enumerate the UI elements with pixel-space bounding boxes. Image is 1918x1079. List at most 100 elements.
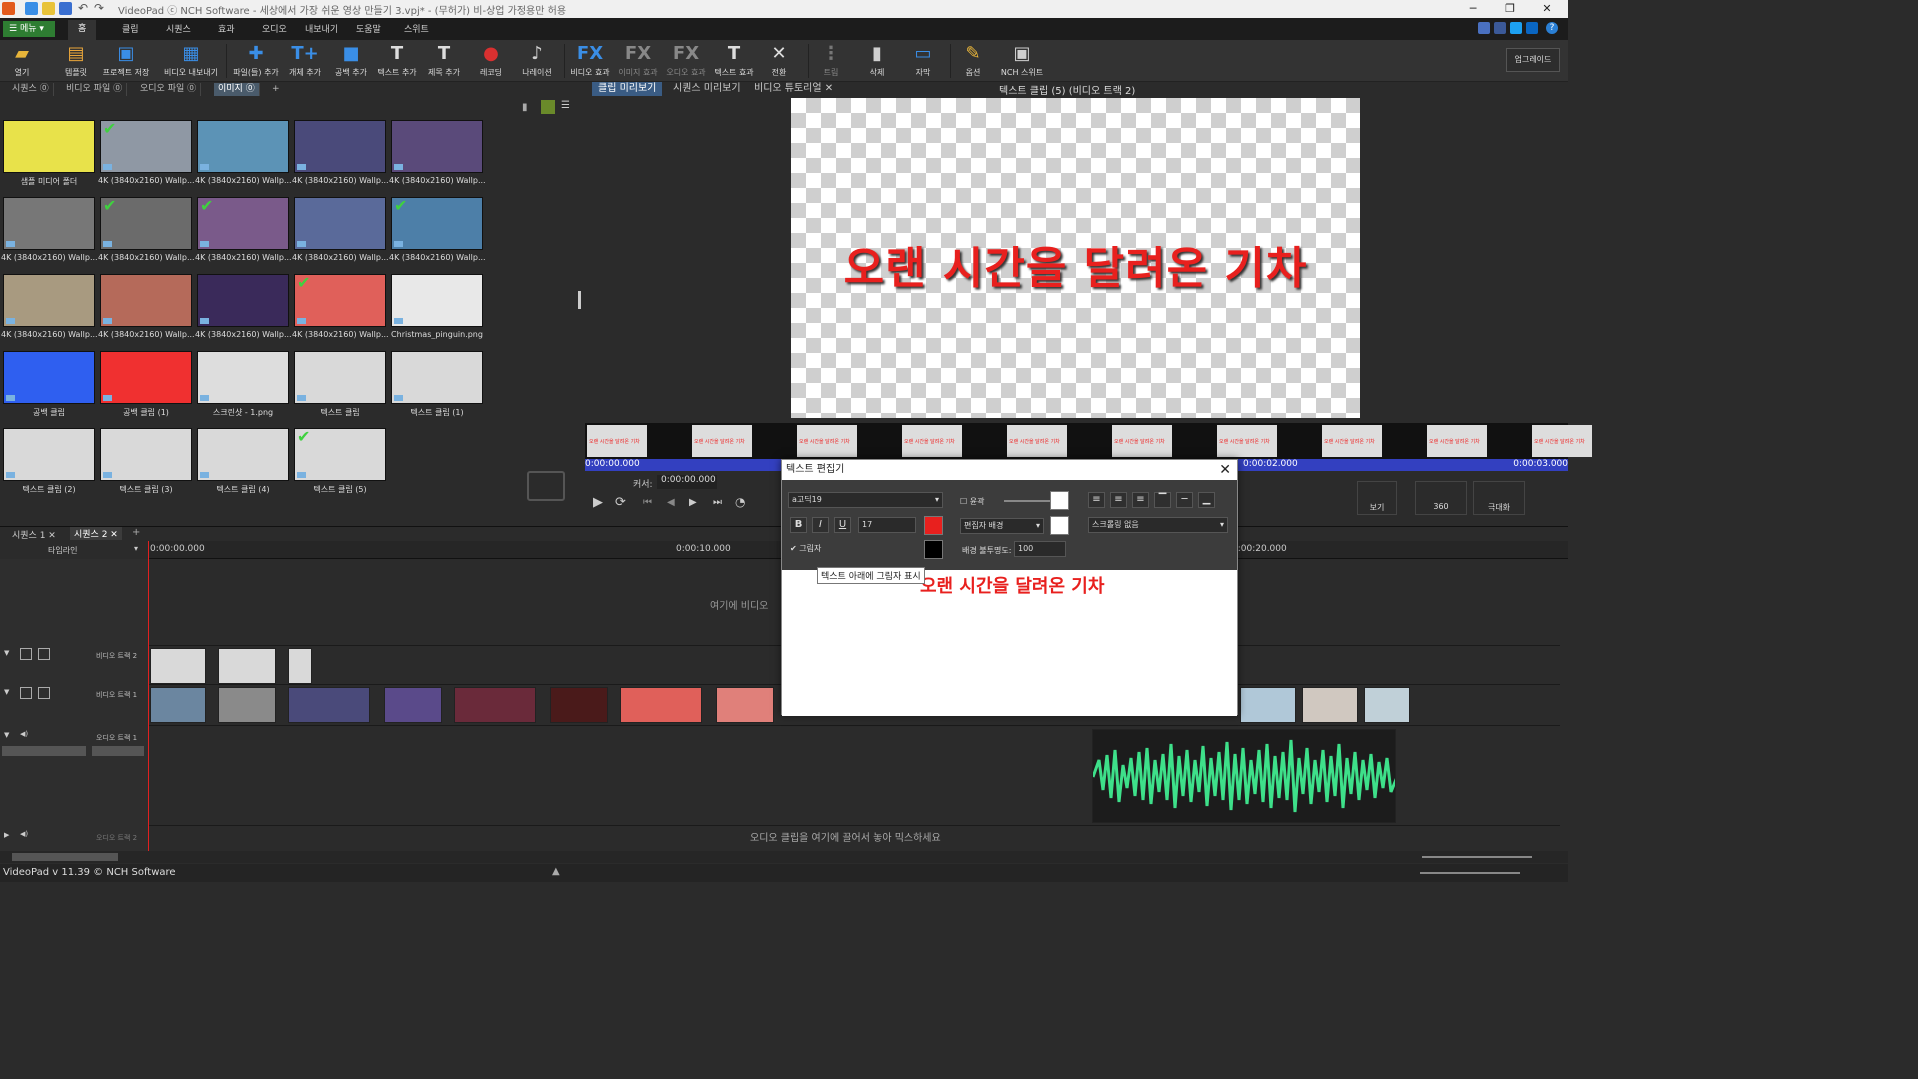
tab-video-tutorial[interactable]: 비디오 튜토리얼 ✕ — [748, 82, 839, 96]
scroll-select[interactable]: 스크롤링 없음 ▾ — [1088, 517, 1228, 533]
tab-suite[interactable]: 스위트 — [404, 22, 429, 35]
outline-color-swatch[interactable] — [1050, 491, 1069, 510]
align-left-button[interactable]: ≡ — [1088, 492, 1105, 508]
scrollbar-thumb[interactable] — [12, 853, 118, 861]
tab-bin-images[interactable]: 이미지 ⓪ — [214, 83, 260, 96]
collapse-icon[interactable]: ▼ — [4, 649, 9, 657]
undo-icon[interactable]: ↶ — [78, 2, 91, 15]
speaker-icon[interactable]: ◀) — [20, 730, 28, 738]
twitter-icon[interactable] — [1510, 22, 1522, 34]
video-clip[interactable] — [150, 687, 206, 723]
align-bottom-button[interactable]: ▁ — [1198, 492, 1215, 508]
add-blank-button[interactable]: ■ 공백 추가 — [332, 42, 370, 78]
go-start-icon[interactable]: ⏮ — [643, 497, 652, 508]
templates-button[interactable]: ▤ 템플릿 — [58, 42, 94, 78]
text-color-swatch[interactable] — [924, 516, 943, 535]
close-window-button[interactable]: ✕ — [1532, 0, 1562, 18]
media-thumbnail[interactable]: ✔ — [391, 197, 483, 250]
like-icon[interactable] — [1478, 22, 1490, 34]
outline-checkbox[interactable]: ☐ 윤곽 — [960, 496, 984, 507]
tab-help[interactable]: 도움말 — [356, 22, 381, 35]
media-thumbnail[interactable]: ✔ — [100, 120, 192, 173]
trash-icon[interactable]: ▮ — [522, 102, 534, 114]
media-thumbnail[interactable] — [391, 120, 483, 173]
video-clip[interactable] — [550, 687, 608, 723]
narration-button[interactable]: ♪ 나레이션 — [518, 42, 556, 78]
italic-button[interactable]: I — [812, 517, 829, 533]
media-thumbnail[interactable] — [197, 274, 289, 327]
text-clip[interactable] — [218, 648, 276, 684]
font-size-input[interactable]: 17 — [858, 517, 916, 533]
audio-clip-waveform[interactable] — [1092, 729, 1396, 823]
timeline-mode-select[interactable]: 타임라인 ▾ — [0, 541, 148, 559]
media-thumbnail[interactable]: ✔ — [197, 197, 289, 250]
minimize-button[interactable]: ─ — [1458, 0, 1488, 18]
add-title-button[interactable]: T 제목 추가 — [424, 42, 464, 78]
tab-bin-audio[interactable]: 오디오 파일 ⓪ — [136, 83, 202, 96]
speaker-icon[interactable]: ◀) — [20, 830, 28, 838]
media-thumbnail[interactable] — [3, 274, 95, 327]
tab-effects[interactable]: 효과 — [218, 22, 235, 35]
align-middle-button[interactable]: ─ — [1176, 492, 1193, 508]
subtitle-button[interactable]: ▭ 자막 — [908, 42, 938, 78]
tab-home[interactable]: 홈 — [68, 20, 97, 40]
collapse-icon[interactable]: ▼ — [4, 731, 9, 739]
save-icon[interactable] — [59, 2, 72, 15]
media-thumbnail[interactable] — [100, 274, 192, 327]
volume-slider[interactable] — [2, 746, 86, 756]
vr-360-button[interactable]: 360 — [1415, 481, 1467, 515]
bold-button[interactable]: B — [790, 517, 807, 533]
media-thumbnail[interactable] — [294, 197, 386, 250]
volume-slider[interactable] — [1420, 872, 1520, 874]
tab-sequence[interactable]: 시퀀스 — [166, 22, 191, 35]
list-view-icon[interactable]: ☰ — [561, 100, 575, 114]
step-forward-icon[interactable]: ▶ — [689, 497, 697, 508]
tab-bin-video[interactable]: 비디오 파일 ⓪ — [62, 83, 128, 96]
open-button[interactable]: ▰ 열기 — [4, 42, 40, 78]
editable-text[interactable]: 오랜 시간을 달려온 기차 — [920, 572, 1104, 598]
add-bin-tab-button[interactable]: + — [268, 83, 284, 96]
new-project-icon[interactable] — [25, 2, 38, 15]
media-thumbnail[interactable]: ✔ — [294, 428, 386, 481]
maximize-button[interactable]: 극대화 — [1473, 481, 1525, 515]
text-edit-area[interactable]: 오랜 시간을 달려온 기차 텍스트 아래에 그림자 표시 — [782, 567, 1237, 716]
expand-panel-icon[interactable]: ▲ — [552, 866, 560, 877]
folder-thumbnail[interactable] — [3, 120, 95, 173]
media-thumbnail[interactable] — [3, 197, 95, 250]
redo-icon[interactable]: ↷ — [94, 2, 107, 15]
options-button[interactable]: ✎ 옵션 — [958, 42, 988, 78]
media-thumbnail[interactable] — [100, 428, 192, 481]
timeline-scrollbar[interactable] — [0, 851, 1568, 863]
video-effects-button[interactable]: FX 비디오 효과 — [568, 42, 612, 78]
visibility-icon[interactable] — [20, 648, 32, 660]
preview-canvas[interactable]: 오랜 시간을 달려온 기차 — [791, 98, 1360, 418]
video-clip[interactable] — [454, 687, 536, 723]
tab-export[interactable]: 내보내기 — [305, 22, 338, 35]
preview-filmstrip[interactable]: 오랜 시간을 달려온 기차 오랜 시간을 달려온 기차 오랜 시간을 달려온 기차 오… — [585, 423, 1592, 459]
add-sequence-tab-button[interactable]: + — [132, 527, 140, 538]
tab-sequence-2[interactable]: 시퀀스 2 ✕ — [70, 527, 122, 540]
tab-sequence-1[interactable]: 시퀀스 1 ✕ — [8, 528, 60, 541]
background-color-swatch[interactable] — [1050, 516, 1069, 535]
playhead[interactable] — [148, 541, 149, 856]
go-end-icon[interactable]: ⏭ — [713, 497, 722, 508]
text-clip[interactable] — [288, 648, 312, 684]
media-thumbnail[interactable]: ✔ — [100, 197, 192, 250]
transition-button[interactable]: ✕ 전환 — [764, 42, 794, 78]
media-thumbnail[interactable]: ✔ — [294, 274, 386, 327]
underline-button[interactable]: U — [834, 517, 851, 533]
media-thumbnail[interactable] — [294, 351, 386, 404]
tab-audio[interactable]: 오디오 — [262, 22, 287, 35]
video-clip[interactable] — [1240, 687, 1296, 723]
speed-icon[interactable]: ◔ — [735, 495, 745, 509]
panel-splitter[interactable] — [578, 291, 581, 309]
tab-sequence-preview[interactable]: 시퀀스 미리보기 — [667, 82, 747, 96]
media-thumbnail[interactable] — [391, 274, 483, 327]
media-thumbnail[interactable] — [3, 351, 95, 404]
visibility-icon[interactable] — [20, 687, 32, 699]
align-center-button[interactable]: ≡ — [1110, 492, 1127, 508]
blend-icon[interactable] — [38, 648, 50, 660]
pan-slider[interactable] — [92, 746, 144, 756]
bg-opacity-input[interactable]: 100 — [1014, 541, 1066, 557]
linkedin-icon[interactable] — [1526, 22, 1538, 34]
